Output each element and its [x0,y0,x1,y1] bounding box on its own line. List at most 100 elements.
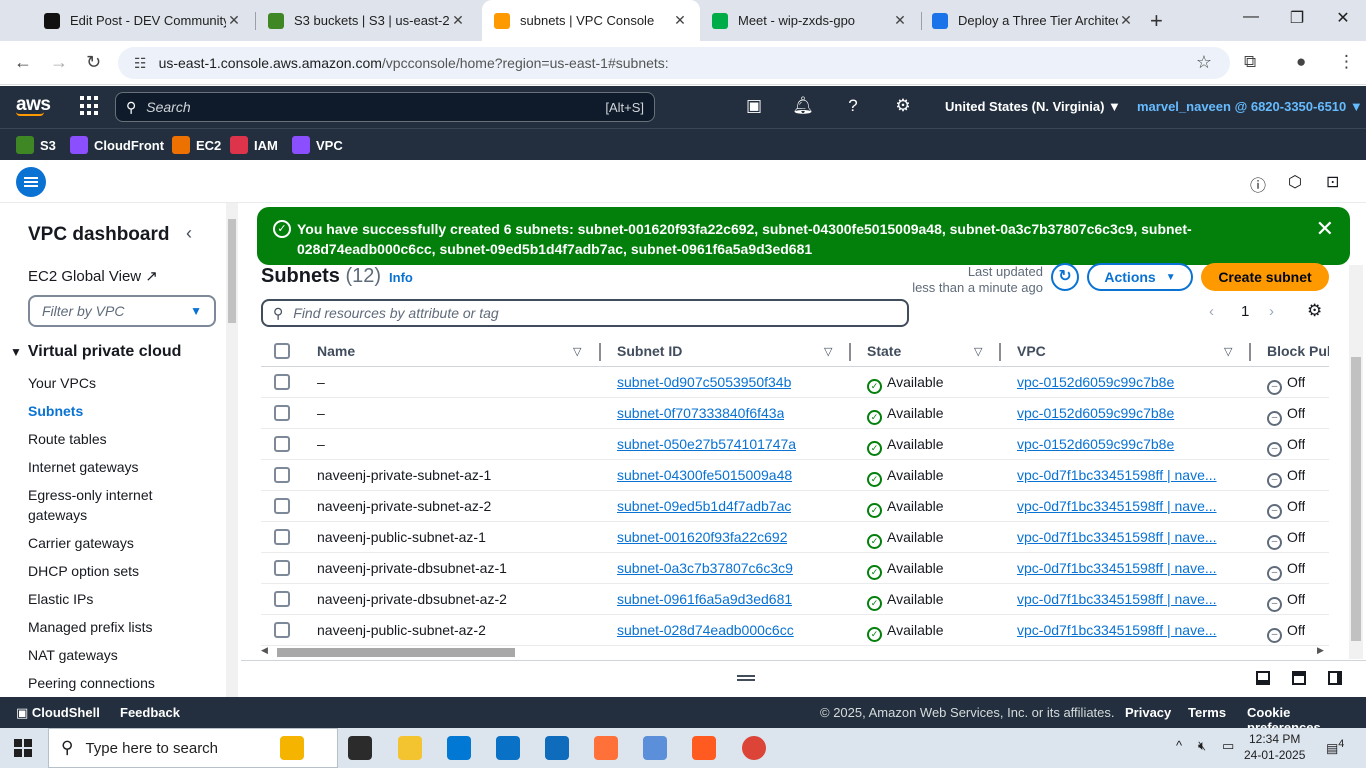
sidebar-item[interactable]: DHCP option sets [28,561,208,581]
notification-center-icon[interactable]: ▤4 [1326,738,1344,756]
region-selector[interactable]: United States (N. Virginia) ▼ [945,99,1121,114]
favorite-vpc[interactable]: VPC [292,136,343,154]
taskbar-app-icon[interactable] [742,736,766,760]
browser-menu-icon[interactable]: ⋮ [1338,52,1355,72]
taskbar-app-icon[interactable] [447,736,471,760]
taskbar-app-icon[interactable] [280,736,304,760]
new-tab-button[interactable]: + [1150,8,1163,34]
vpc-link[interactable]: vpc-0d7f1bc33451598ff | nave... [1017,591,1229,607]
settings-gear-icon[interactable]: ⚙ [892,96,914,116]
col-state[interactable]: State [867,343,901,359]
profile-icon[interactable]: ● [1296,52,1306,72]
actions-button[interactable]: Actions ▼ [1087,263,1193,291]
browser-tab[interactable]: S3 buckets | S3 | us-east-2 ✕ [256,0,478,41]
reload-icon[interactable]: ↻ [86,52,101,73]
subnet-id-link[interactable]: subnet-04300fe5015009a48 [617,467,792,483]
col-vpc[interactable]: VPC [1017,343,1046,359]
network-icon[interactable]: ▭ [1222,738,1234,754]
panel-bottom-icon[interactable] [1256,671,1270,685]
subnet-id-link[interactable]: subnet-028d74eadb000c6cc [617,622,794,638]
row-checkbox[interactable] [274,622,290,638]
row-checkbox[interactable] [274,591,290,607]
col-name[interactable]: Name [317,343,355,359]
table-settings-gear-icon[interactable]: ⚙ [1307,301,1322,321]
panel-side-icon[interactable] [1328,671,1342,685]
cloudshell-icon[interactable]: ▣ [743,96,765,116]
bookmark-star-icon[interactable]: ☆ [1196,52,1212,73]
sidebar-item[interactable]: Subnets [28,401,208,421]
aws-search-input[interactable]: ⚲ Search [Alt+S] [115,92,655,122]
services-grid-icon[interactable] [80,96,100,116]
subnet-id-link[interactable]: subnet-050e27b574101747a [617,436,796,452]
close-tab-icon[interactable]: ✕ [892,12,908,29]
screen-user-icon[interactable]: ⊡ [1326,172,1339,192]
sidebar-item[interactable]: Peering connections [28,673,208,693]
url-field[interactable]: ☷ us-east-1.console.aws.amazon.com/vpcco… [118,47,1230,79]
subnet-id-link[interactable]: subnet-0d907c5053950f34b [617,374,791,390]
notifications-bell-icon[interactable]: 🔔︎ [792,96,814,116]
taskbar-app-icon[interactable] [545,736,569,760]
subnet-id-link[interactable]: subnet-0a3c7b37807c6c3c9 [617,560,793,576]
info-link[interactable]: Info [389,270,413,285]
vpc-link[interactable]: vpc-0152d6059c99c7b8e [1017,405,1229,421]
vpc-link[interactable]: vpc-0d7f1bc33451598ff | nave... [1017,498,1229,514]
sidebar-item[interactable]: Internet gateways [28,457,208,477]
sidebar-item[interactable]: Egress-only internet gateways [28,485,208,525]
table-search-input[interactable]: ⚲ Find resources by attribute or tag [261,299,909,327]
aws-logo[interactable]: aws [16,94,51,116]
filter-by-vpc-select[interactable]: Filter by VPC ▼ [28,295,216,327]
row-checkbox[interactable] [274,498,290,514]
close-tab-icon[interactable]: ✕ [672,12,688,29]
table-row[interactable]: naveenj-public-subnet-az-1 subnet-001620f… [261,522,1329,553]
sidebar-item[interactable]: Carrier gateways [28,533,208,553]
favorite-ec2[interactable]: EC2 [172,136,221,154]
cloudshell-link[interactable]: ▣ CloudShell [16,705,100,721]
sidebar-title[interactable]: VPC dashboard [28,224,169,246]
taskbar-clock[interactable]: 12:34 PM 24-01-2025 [1244,731,1305,763]
col-block-public[interactable]: Block Pub [1267,343,1329,359]
next-page-icon[interactable]: › [1269,303,1274,320]
table-row[interactable]: naveenj-private-subnet-az-1 subnet-04300f… [261,460,1329,491]
menu-hamburger-icon[interactable] [16,167,46,197]
table-row[interactable]: – subnet-0d907c5053950f34b ✓ Available vpc-0… [261,367,1329,398]
dismiss-close-icon[interactable]: ✕ [1316,216,1334,242]
forward-icon[interactable]: → [50,52,68,73]
account-menu[interactable]: marvel_naveen @ 6820-3350-6510 ▼ [1137,99,1363,114]
privacy-link[interactable]: Privacy [1125,705,1171,720]
help-icon[interactable]: ? [842,96,864,116]
prev-page-icon[interactable]: ‹ [1209,303,1214,320]
refresh-button[interactable]: ↻ [1051,263,1079,291]
subnet-id-link[interactable]: subnet-09ed5b1d4f7adb7ac [617,498,791,514]
table-row[interactable]: – subnet-050e27b574101747a ✓ Available vpc-0… [261,429,1329,460]
terms-link[interactable]: Terms [1188,705,1226,720]
row-checkbox[interactable] [274,529,290,545]
collapse-chevron-icon[interactable]: ‹ [186,223,192,244]
resize-handle[interactable] [737,675,755,681]
back-icon[interactable]: ← [14,52,32,73]
windows-start-icon[interactable] [14,739,32,757]
table-row[interactable]: naveenj-public-subnet-az-2 subnet-028d74e… [261,615,1329,646]
taskbar-app-icon[interactable] [398,736,422,760]
vpc-link[interactable]: vpc-0152d6059c99c7b8e [1017,436,1229,452]
vpc-link[interactable]: vpc-0152d6059c99c7b8e [1017,374,1229,390]
taskbar-app-icon[interactable] [692,736,716,760]
col-subnet-id[interactable]: Subnet ID [617,343,682,359]
row-checkbox[interactable] [274,374,290,390]
sidebar-item[interactable]: NAT gateways [28,645,208,665]
browser-tab[interactable]: Deploy a Three Tier Architec ✕ [920,0,1146,41]
taskbar-app-icon[interactable] [594,736,618,760]
sidebar-item[interactable]: Your VPCs [28,373,208,393]
subnet-id-link[interactable]: subnet-0f707333840f6f43a [617,405,784,421]
vpc-link[interactable]: vpc-0d7f1bc33451598ff | nave... [1017,622,1229,638]
speaker-muted-icon[interactable]: 🔇︎ [1198,738,1206,754]
create-subnet-button[interactable]: Create subnet [1201,263,1329,291]
panel-float-icon[interactable] [1292,671,1306,685]
favorite-iam[interactable]: IAM [230,136,278,154]
taskbar-app-icon[interactable] [496,736,520,760]
table-row[interactable]: naveenj-private-subnet-az-2 subnet-09ed5b… [261,491,1329,522]
sidebar-section-vpc[interactable]: ▼ Virtual private cloud [10,343,181,361]
info-circle-icon[interactable]: ⓘ [1250,172,1266,196]
ec2-global-view-link[interactable]: EC2 Global View ↗ [28,267,158,285]
horizontal-scrollbar[interactable]: ◀ ▶ [261,645,1329,658]
close-tab-icon[interactable]: ✕ [226,12,242,29]
